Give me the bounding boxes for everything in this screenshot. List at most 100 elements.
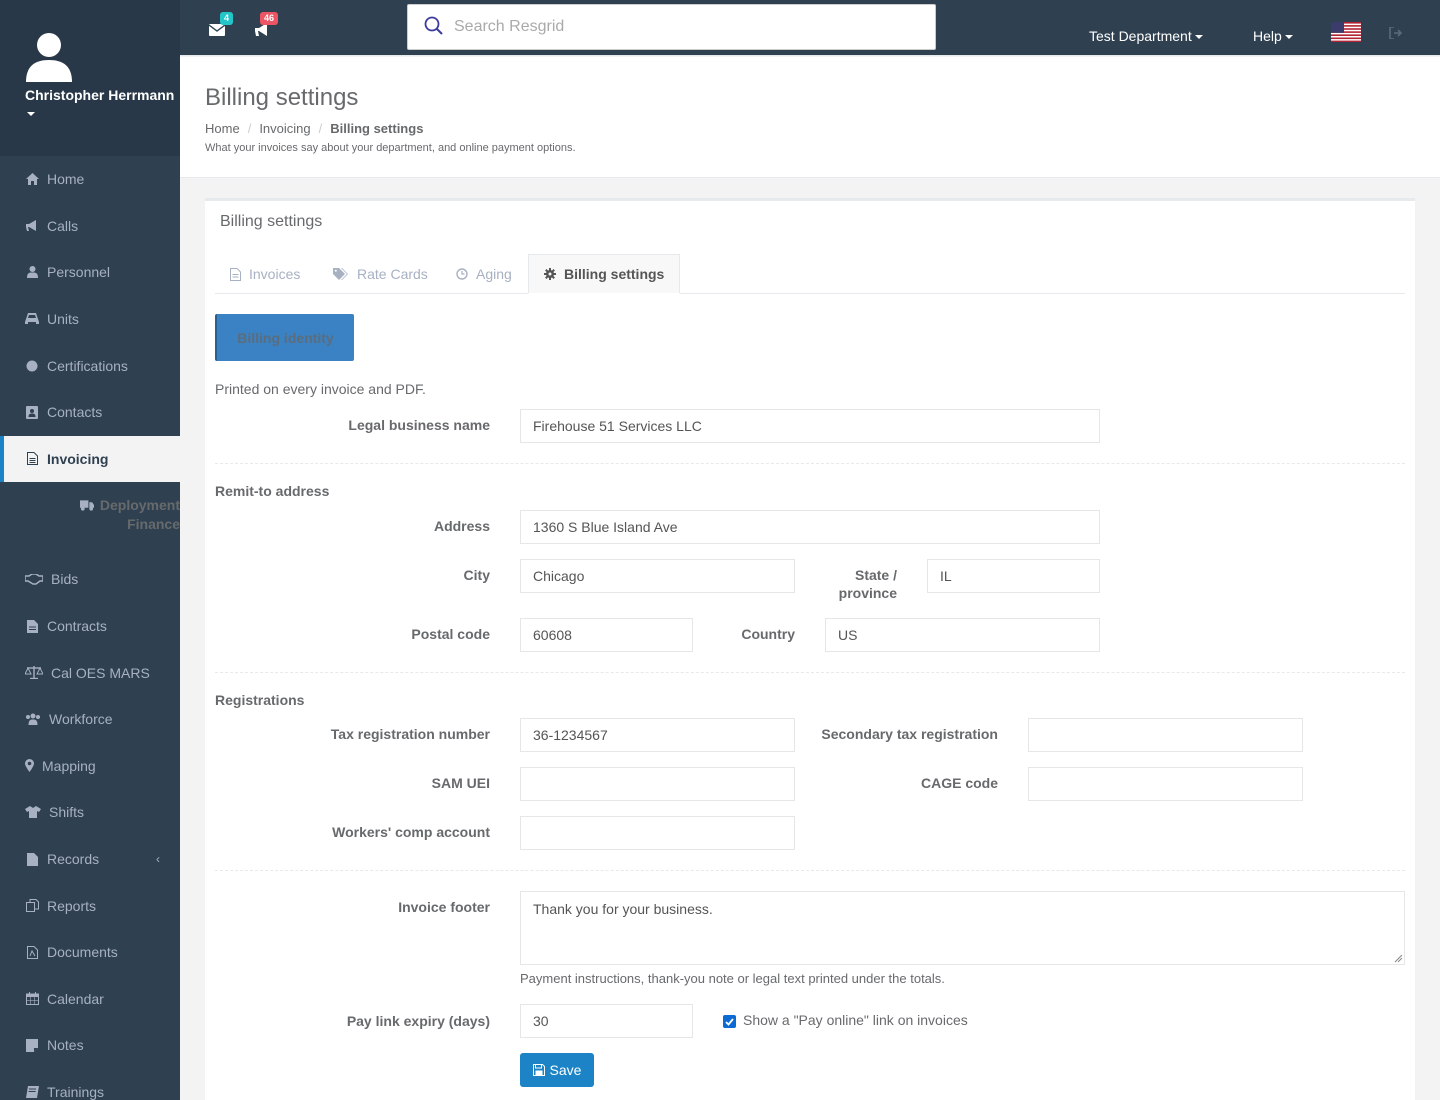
sidebar-item-notes[interactable]: Notes: [0, 1022, 180, 1069]
sidebar-item-label: Units: [47, 311, 79, 328]
sidebar-item-units[interactable]: Units: [0, 296, 180, 343]
section-divider: [215, 672, 1405, 673]
sidebar-item-deployment-finance[interactable]: Deployment Finance: [0, 482, 180, 556]
sidebar-item-label: Records: [47, 851, 100, 868]
sidebar-item-contacts[interactable]: Contacts: [0, 389, 180, 436]
tab-bar: Invoices Rate Cards Aging Billing settin…: [215, 254, 1405, 294]
tab-aging[interactable]: Aging: [441, 254, 527, 294]
sidebar-item-documents[interactable]: Documents: [0, 929, 180, 976]
sidebar-item-label: Contacts: [47, 404, 103, 421]
search-box[interactable]: [407, 4, 936, 50]
calls-count-badge: 46: [260, 12, 279, 25]
card-title: Billing settings: [220, 213, 323, 230]
postal-code-label: Postal code: [411, 626, 490, 642]
sidebar-item-shifts[interactable]: Shifts: [0, 789, 180, 836]
state-label-line2: province: [838, 585, 897, 601]
sidebar-item-certifications[interactable]: Certifications: [0, 342, 180, 389]
sidebar-nav: Home Calls Personnel Units Certification…: [0, 156, 180, 1100]
secondary-tax-label: Secondary tax registration: [821, 726, 998, 742]
billing-identity-button[interactable]: Billing identity: [215, 314, 354, 361]
save-button[interactable]: Save: [520, 1053, 594, 1087]
caret-down-icon: [1284, 35, 1293, 40]
postal-code-field[interactable]: 60608: [520, 618, 693, 652]
tax-registration-field[interactable]: 36-1234567: [520, 718, 795, 752]
department-dropdown[interactable]: Test Department: [1089, 28, 1203, 44]
calendar-icon: [25, 992, 39, 1006]
messages-count-badge: 4: [220, 12, 234, 25]
legal-business-name-label: Legal business name: [348, 417, 490, 433]
breadcrumb-invoicing[interactable]: Invoicing: [259, 121, 310, 136]
city-field[interactable]: Chicago: [520, 559, 795, 593]
search-icon: [424, 16, 443, 35]
state-field[interactable]: IL: [927, 559, 1100, 593]
secondary-tax-field[interactable]: [1028, 718, 1303, 752]
country-field[interactable]: US: [825, 618, 1100, 652]
chevron-left-icon: ‹: [156, 852, 160, 867]
workers-comp-field[interactable]: [520, 816, 795, 850]
profile-header: Christopher Herrmann: [0, 0, 180, 156]
pay-link-expiry-field[interactable]: 30: [520, 1004, 693, 1038]
handshake-icon: [25, 572, 43, 586]
tab-invoices[interactable]: Invoices: [215, 254, 315, 294]
check-icon: [725, 1017, 734, 1026]
tab-rate-cards[interactable]: Rate Cards: [318, 254, 443, 294]
sidebar-item-workforce[interactable]: Workforce: [0, 696, 180, 743]
sidebar-item-label: Trainings: [47, 1083, 105, 1100]
sticky-note-icon: [25, 1038, 39, 1052]
cage-code-field[interactable]: [1028, 767, 1303, 801]
sidebar-item-trainings[interactable]: Trainings: [0, 1069, 180, 1100]
sidebar-item-label: Cal OES MARS: [51, 664, 150, 681]
legal-business-name-field[interactable]: Firehouse 51 Services LLC: [520, 409, 1100, 443]
book-icon: [25, 1085, 39, 1099]
resize-handle-icon[interactable]: [1393, 953, 1403, 963]
gear-icon: [544, 268, 556, 280]
sidebar-item-invoicing[interactable]: Invoicing: [0, 435, 180, 483]
envelope-icon[interactable]: 4: [209, 12, 234, 36]
profile-name[interactable]: Christopher Herrmann: [25, 87, 174, 103]
help-dropdown[interactable]: Help: [1253, 28, 1293, 44]
sidebar-item-reports[interactable]: Reports: [0, 882, 180, 929]
address-field[interactable]: 1360 S Blue Island Ave: [520, 510, 1100, 544]
section-divider: [215, 463, 1405, 464]
sam-uei-field[interactable]: [520, 767, 795, 801]
us-flag-icon[interactable]: [1331, 22, 1361, 42]
file-icon: [25, 619, 39, 633]
home-icon: [25, 172, 39, 186]
breadcrumb-home[interactable]: Home: [205, 121, 240, 136]
state-label: State / province: [805, 566, 897, 602]
bullhorn-icon[interactable]: 46: [254, 12, 279, 36]
sidebar-item-label: Deployment Finance: [25, 496, 180, 534]
sidebar-item-label: Certifications: [47, 357, 128, 374]
sidebar-item-calls[interactable]: Calls: [0, 203, 180, 250]
sidebar-item-label: Calls: [47, 217, 79, 234]
sidebar-item-contracts[interactable]: Contracts: [0, 603, 180, 650]
sign-out-icon[interactable]: [1389, 26, 1403, 42]
identity-help-text: Printed on every invoice and PDF.: [215, 381, 426, 397]
sidebar-item-calendar[interactable]: Calendar: [0, 976, 180, 1023]
pay-online-checkbox[interactable]: [723, 1015, 736, 1028]
sidebar-item-label: Contracts: [47, 618, 107, 635]
billing-settings-card: Billing settings Invoices Rate Cards Agi…: [205, 198, 1415, 1100]
sidebar-item-label: Home: [47, 171, 85, 188]
sidebar-item-label: Personnel: [47, 264, 111, 281]
avatar[interactable]: [25, 30, 73, 82]
address-label: Address: [433, 518, 490, 534]
file-text-icon: [25, 452, 39, 466]
sidebar-item-personnel[interactable]: Personnel: [0, 249, 180, 296]
tab-label: Billing settings: [564, 266, 665, 282]
pay-online-label[interactable]: Show a "Pay online" link on invoices: [743, 1012, 968, 1028]
tab-billing-settings[interactable]: Billing settings: [528, 254, 681, 294]
bullhorn-icon: [25, 219, 39, 233]
breadcrumb-current: Billing settings: [330, 121, 424, 136]
search-input[interactable]: [454, 15, 914, 39]
balance-scale-icon: [25, 666, 43, 680]
sidebar-item-cal-oes-mars[interactable]: Cal OES MARS: [0, 649, 180, 696]
sidebar-item-bids[interactable]: Bids: [0, 556, 180, 603]
sidebar-item-label: Notes: [47, 1037, 84, 1054]
sidebar-item-mapping[interactable]: Mapping: [0, 743, 180, 790]
file-icon: [25, 852, 39, 866]
profile-caret-icon[interactable]: [27, 112, 35, 116]
sidebar-item-records[interactable]: Records ‹: [0, 836, 180, 883]
sidebar-item-home[interactable]: Home: [0, 156, 180, 203]
invoice-footer-textarea[interactable]: Thank you for your business.: [520, 891, 1405, 965]
